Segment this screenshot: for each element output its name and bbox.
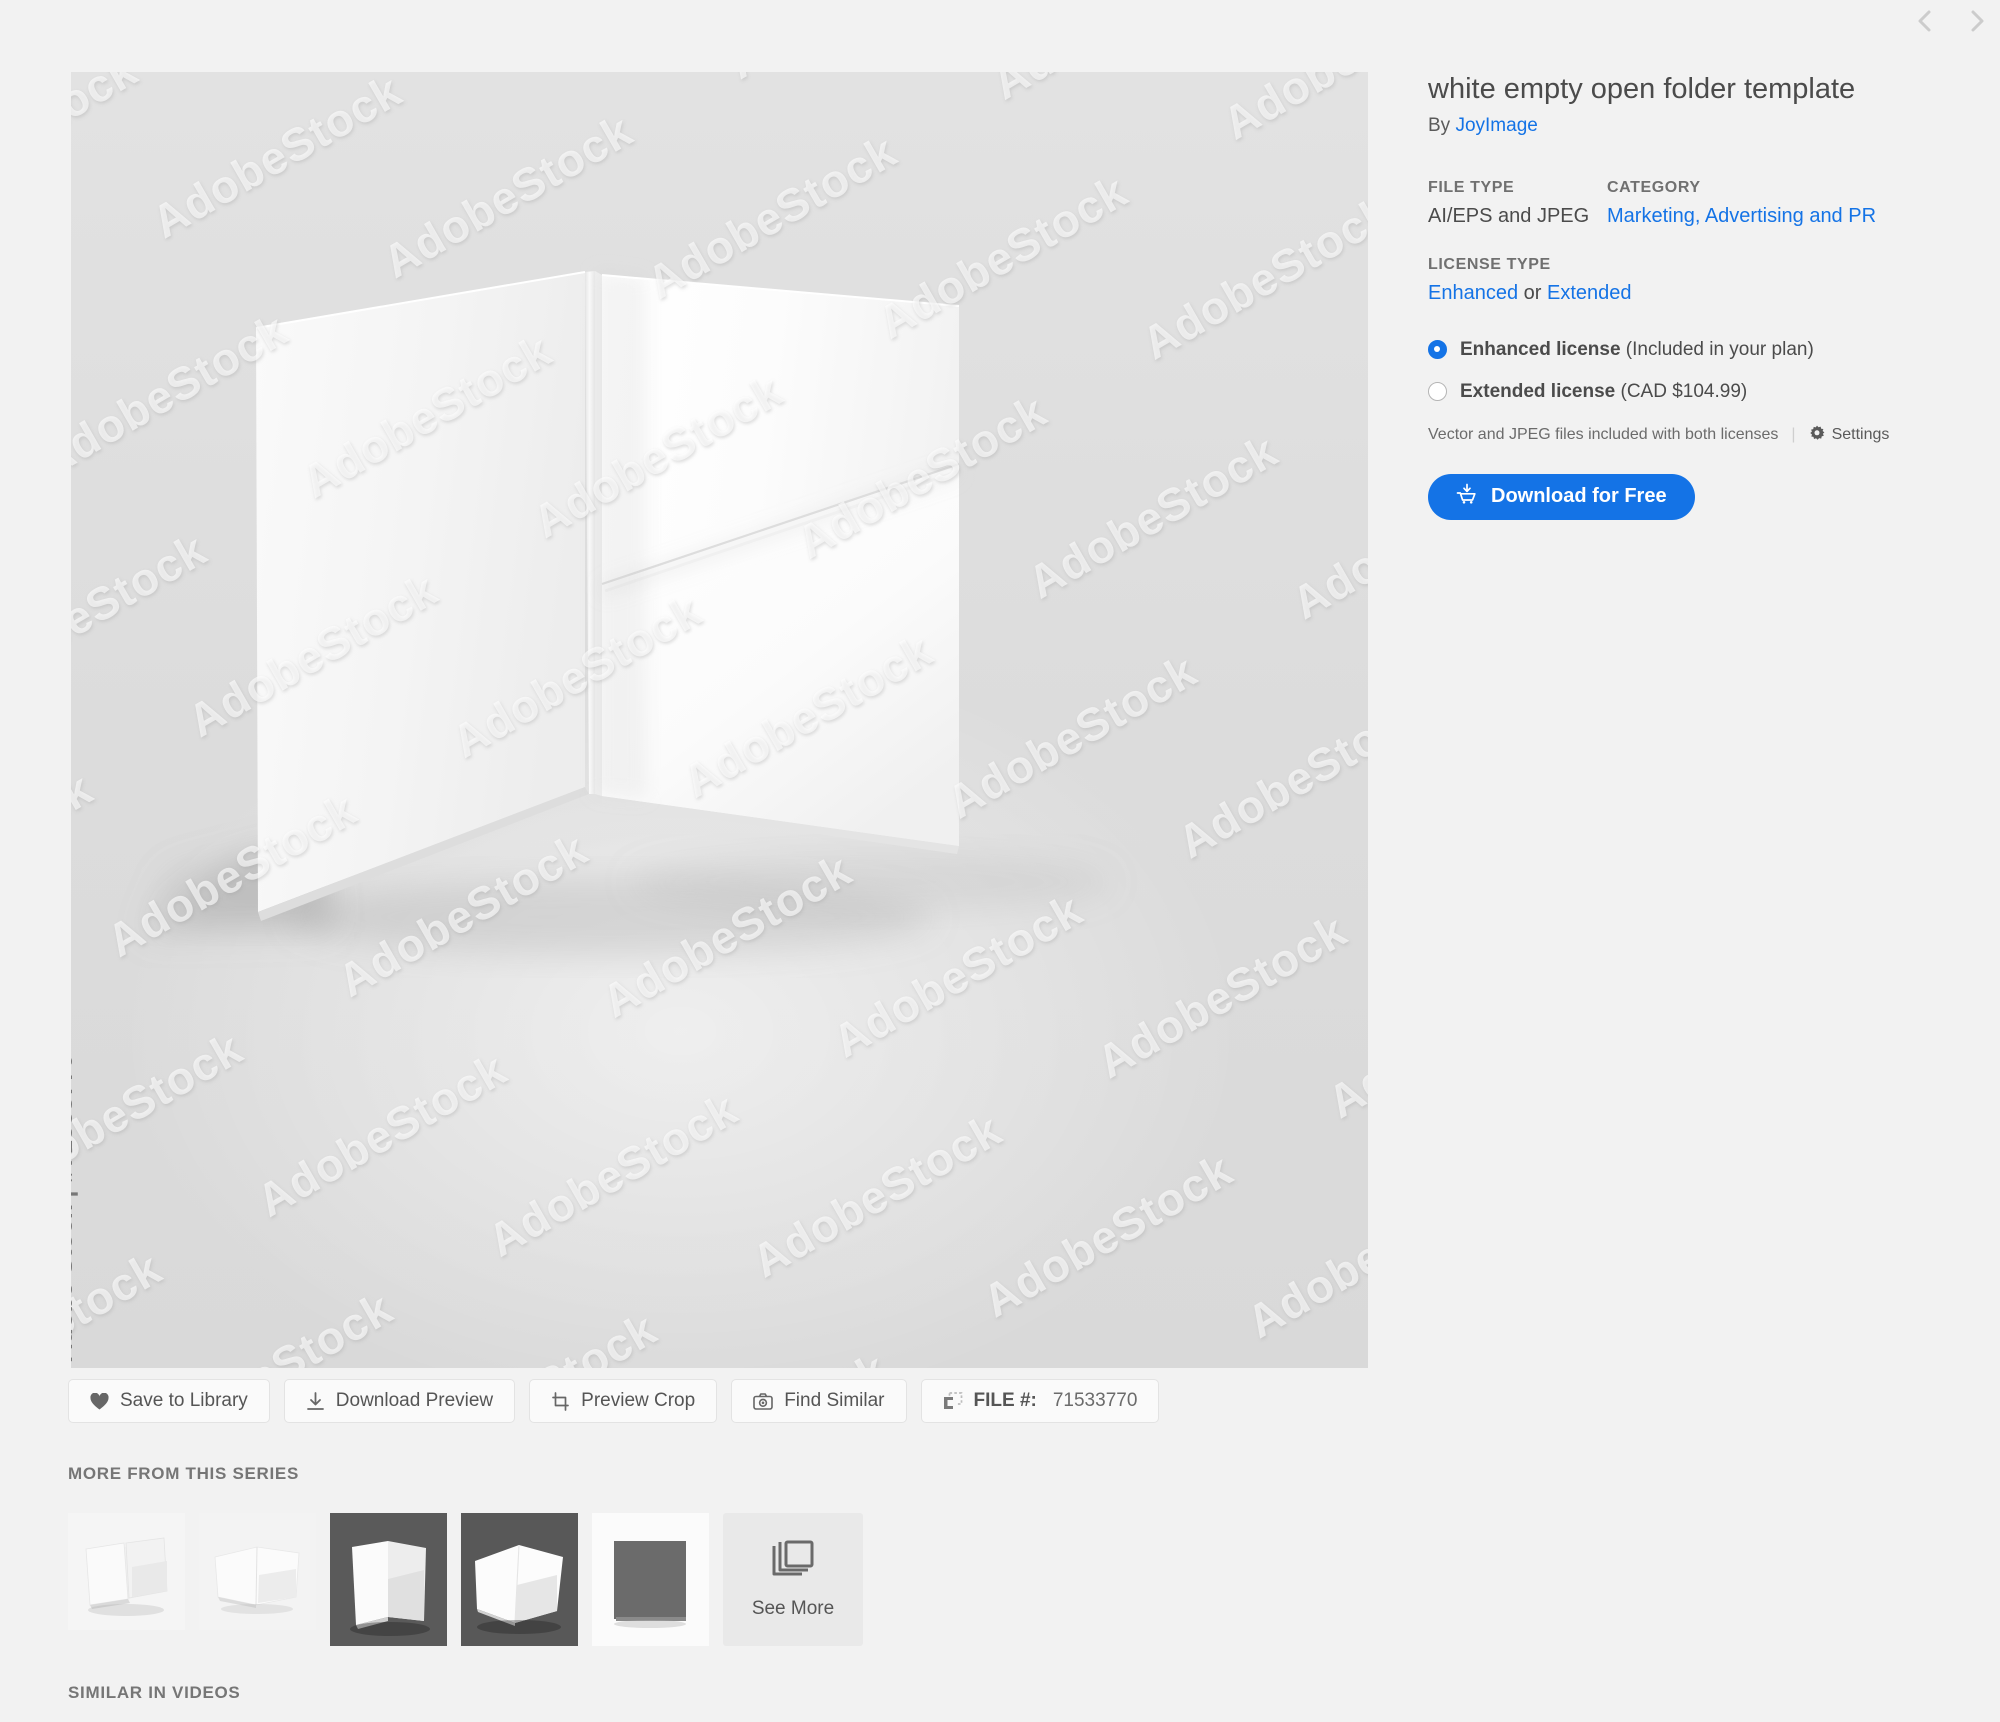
file-number-value: 71533770 — [1052, 1390, 1138, 1411]
asset-title: white empty open folder template — [1428, 73, 1856, 105]
series-thumbnail-2[interactable] — [199, 1513, 316, 1630]
file-number-button[interactable]: FILE #: 71533770 — [920, 1379, 1160, 1423]
download-for-free-label: Download for Free — [1491, 485, 1667, 508]
heart-icon — [90, 1392, 109, 1410]
extended-license-link[interactable]: Extended — [1547, 282, 1632, 304]
file-type-heading: FILE TYPE — [1428, 178, 1515, 196]
asset-preview-image[interactable]: AdobeStock AdobeStock AdobeStock AdobeSt… — [71, 72, 1368, 1368]
enhanced-license-option[interactable]: Enhanced license (Included in your plan) — [1428, 339, 1948, 361]
more-from-series-heading: MORE FROM THIS SERIES — [68, 1464, 299, 1483]
license-type-heading: LICENSE TYPE — [1428, 255, 1551, 273]
find-similar-label: Find Similar — [784, 1390, 885, 1411]
crop-icon — [551, 1391, 570, 1411]
series-thumbnail-strip: See More — [68, 1513, 863, 1646]
file-type-value: AI/EPS and JPEG — [1428, 204, 1590, 227]
asset-detail-panel: white empty open folder template By JoyI… — [1428, 72, 1948, 520]
extended-license-label: Extended license (CAD $104.99) — [1460, 381, 1747, 403]
see-more-tile[interactable]: See More — [723, 1513, 863, 1646]
find-similar-button[interactable]: Find Similar — [731, 1379, 907, 1423]
cart-download-icon — [1456, 483, 1478, 510]
category-column: CATEGORY Marketing, Advertising and PR — [1607, 179, 1876, 228]
series-thumbnail-4[interactable] — [461, 1513, 578, 1646]
file-number-label: FILE #: — [973, 1390, 1037, 1411]
adobe-stock-id-watermark: Adobe Stock | #71533770 — [71, 1053, 78, 1362]
file-type-column: FILE TYPE AI/EPS and JPEG — [1428, 179, 1607, 228]
settings-label: Settings — [1831, 426, 1890, 444]
enhanced-license-link[interactable]: Enhanced — [1428, 282, 1518, 304]
download-for-free-button[interactable]: Download for Free — [1428, 473, 1695, 520]
chevron-left-icon — [1914, 8, 1936, 34]
camera-icon — [753, 1392, 774, 1410]
stacked-images-icon — [771, 1539, 815, 1584]
license-type-block: LICENSE TYPE Enhanced or Extended — [1428, 256, 1948, 305]
previous-asset-button[interactable] — [1908, 4, 1942, 38]
chevron-right-icon — [1966, 8, 1988, 34]
extended-license-note: (CAD $104.99) — [1615, 380, 1748, 402]
preview-crop-label: Preview Crop — [581, 1390, 696, 1411]
file-id-icon — [943, 1391, 963, 1411]
asset-detail-page: AdobeStock AdobeStock AdobeStock AdobeSt… — [0, 0, 2000, 1722]
download-preview-button[interactable]: Download Preview — [283, 1379, 516, 1423]
extended-license-radio[interactable] — [1428, 382, 1447, 402]
enhanced-license-radio[interactable] — [1428, 340, 1447, 360]
asset-byline: By JoyImage — [1428, 115, 1948, 137]
asset-action-toolbar: Save to Library Download Preview Preview… — [68, 1379, 1160, 1423]
extended-license-title: Extended license — [1460, 380, 1616, 402]
category-link[interactable]: Marketing, Advertising and PR — [1607, 205, 1876, 228]
series-thumbnail-3[interactable] — [330, 1513, 447, 1646]
license-or-text: or — [1518, 281, 1547, 304]
preview-crop-button[interactable]: Preview Crop — [529, 1379, 718, 1423]
asset-meta-grid: FILE TYPE AI/EPS and JPEG CATEGORY Marke… — [1428, 179, 1948, 228]
series-thumbnail-1[interactable] — [68, 1513, 185, 1630]
asset-pager — [1908, 0, 1994, 42]
settings-button[interactable]: Settings — [1809, 425, 1890, 446]
enhanced-license-title: Enhanced license — [1460, 338, 1621, 360]
folder-artwork — [71, 72, 1368, 1368]
byline-prefix: By — [1428, 114, 1456, 136]
save-to-library-label: Save to Library — [120, 1390, 248, 1411]
enhanced-license-label: Enhanced license (Included in your plan) — [1460, 339, 1814, 361]
note-divider: | — [1791, 426, 1796, 444]
license-files-note: Vector and JPEG files included with both… — [1428, 426, 1779, 444]
see-more-label: See More — [751, 1598, 835, 1619]
series-thumbnail-5[interactable] — [592, 1513, 709, 1646]
extended-license-option[interactable]: Extended license (CAD $104.99) — [1428, 381, 1948, 403]
gear-icon — [1809, 425, 1825, 446]
download-icon — [306, 1391, 325, 1411]
enhanced-license-note: (Included in your plan) — [1620, 338, 1814, 360]
download-preview-label: Download Preview — [335, 1390, 494, 1411]
similar-in-videos-heading: SIMILAR IN VIDEOS — [68, 1683, 241, 1702]
license-files-note-row: Vector and JPEG files included with both… — [1428, 425, 1948, 446]
save-to-library-button[interactable]: Save to Library — [68, 1379, 270, 1423]
next-asset-button[interactable] — [1960, 4, 1994, 38]
license-type-links: Enhanced or Extended — [1428, 282, 1948, 305]
category-heading: CATEGORY — [1607, 178, 1701, 196]
author-link[interactable]: JoyImage — [1455, 115, 1537, 136]
